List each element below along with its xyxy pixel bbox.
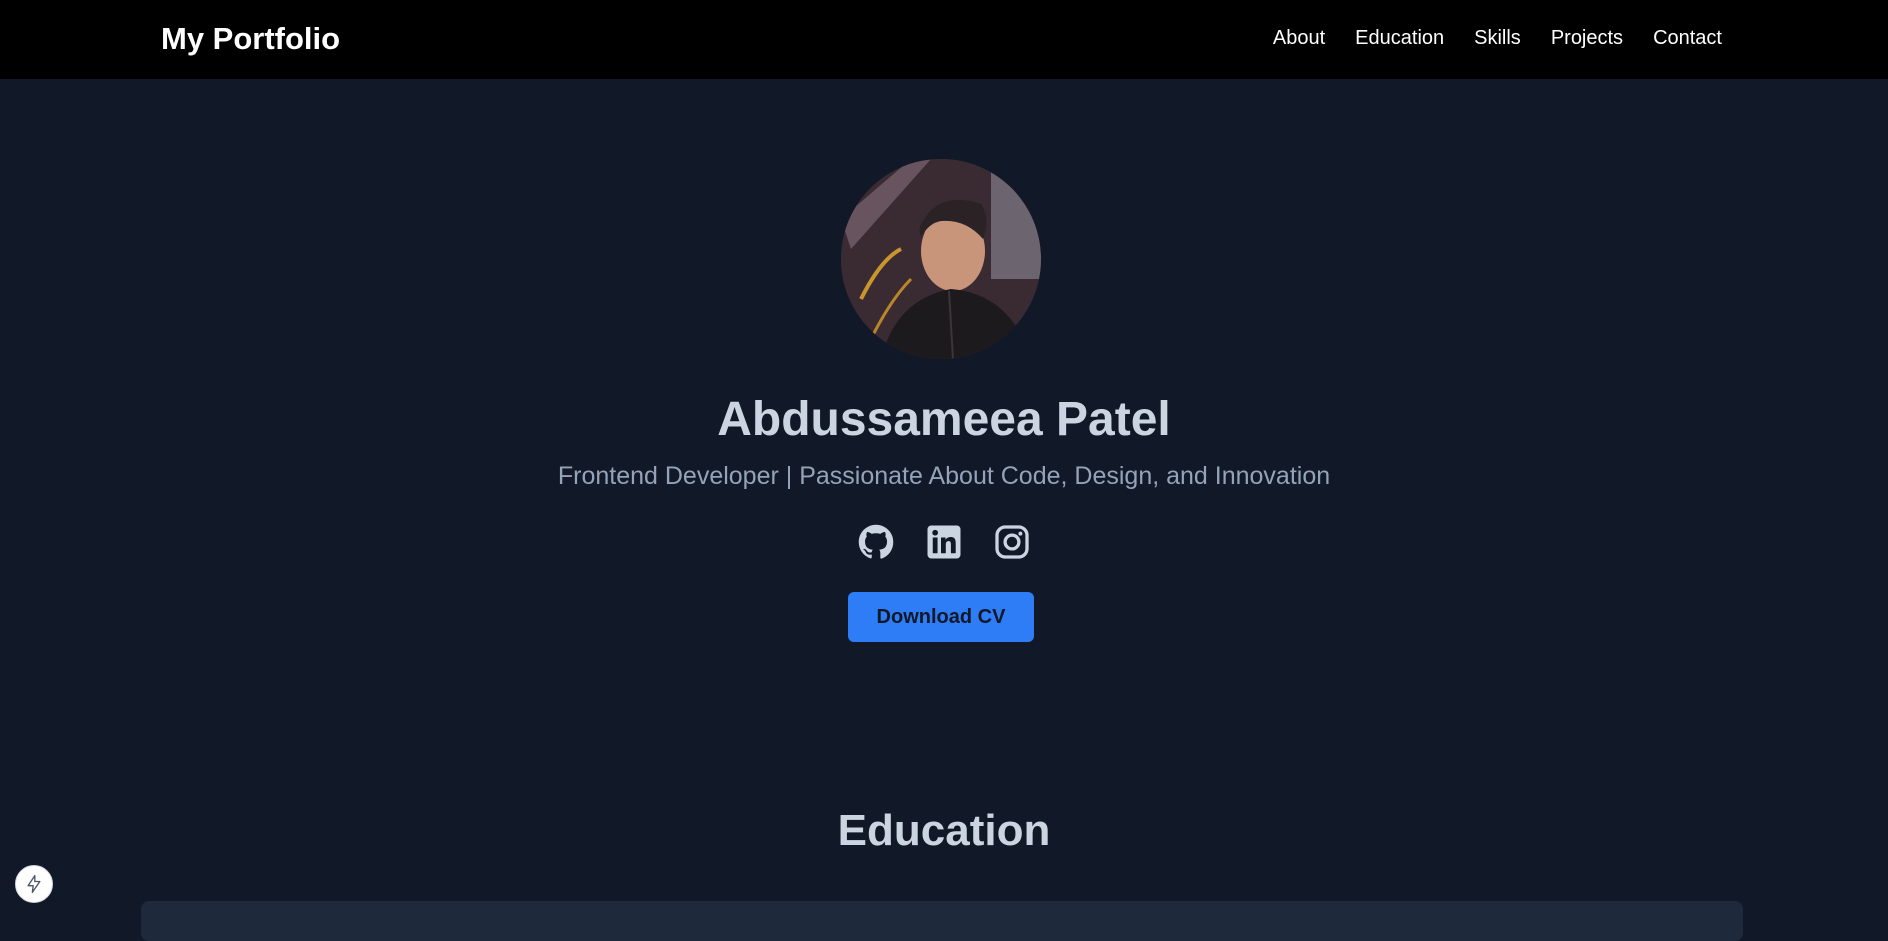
linkedin-link[interactable] xyxy=(926,524,962,560)
lightning-icon xyxy=(27,875,41,893)
profile-photo-illustration xyxy=(841,159,1041,359)
nav-link-education[interactable]: Education xyxy=(1355,27,1444,50)
download-cv-button[interactable]: Download CV xyxy=(848,592,1034,642)
nav-link-about[interactable]: About xyxy=(1273,27,1325,50)
hero-tagline: Frontend Developer | Passionate About Co… xyxy=(557,462,1331,490)
instagram-link[interactable] xyxy=(994,524,1030,560)
brand-logo[interactable]: My Portfolio xyxy=(161,21,340,57)
nav-link-skills[interactable]: Skills xyxy=(1474,27,1521,50)
nav-link-contact[interactable]: Contact xyxy=(1653,27,1722,50)
hero-name: Abdussameea Patel xyxy=(717,393,1171,446)
hero-section: Abdussameea Patel Frontend Developer | P… xyxy=(0,79,1888,941)
github-icon xyxy=(858,524,894,559)
nav-link-projects[interactable]: Projects xyxy=(1551,27,1623,50)
education-title: Education xyxy=(837,806,1051,855)
instagram-icon xyxy=(995,525,1029,559)
dev-tools-button[interactable] xyxy=(15,865,53,903)
top-navbar: My Portfolio About Education Skills Proj… xyxy=(0,0,1888,79)
education-card xyxy=(141,901,1743,941)
profile-avatar xyxy=(841,159,1041,359)
linkedin-icon xyxy=(927,525,961,559)
nav-links: About Education Skills Projects Contact xyxy=(1273,27,1722,50)
social-links xyxy=(0,524,1888,560)
github-link[interactable] xyxy=(858,524,894,560)
